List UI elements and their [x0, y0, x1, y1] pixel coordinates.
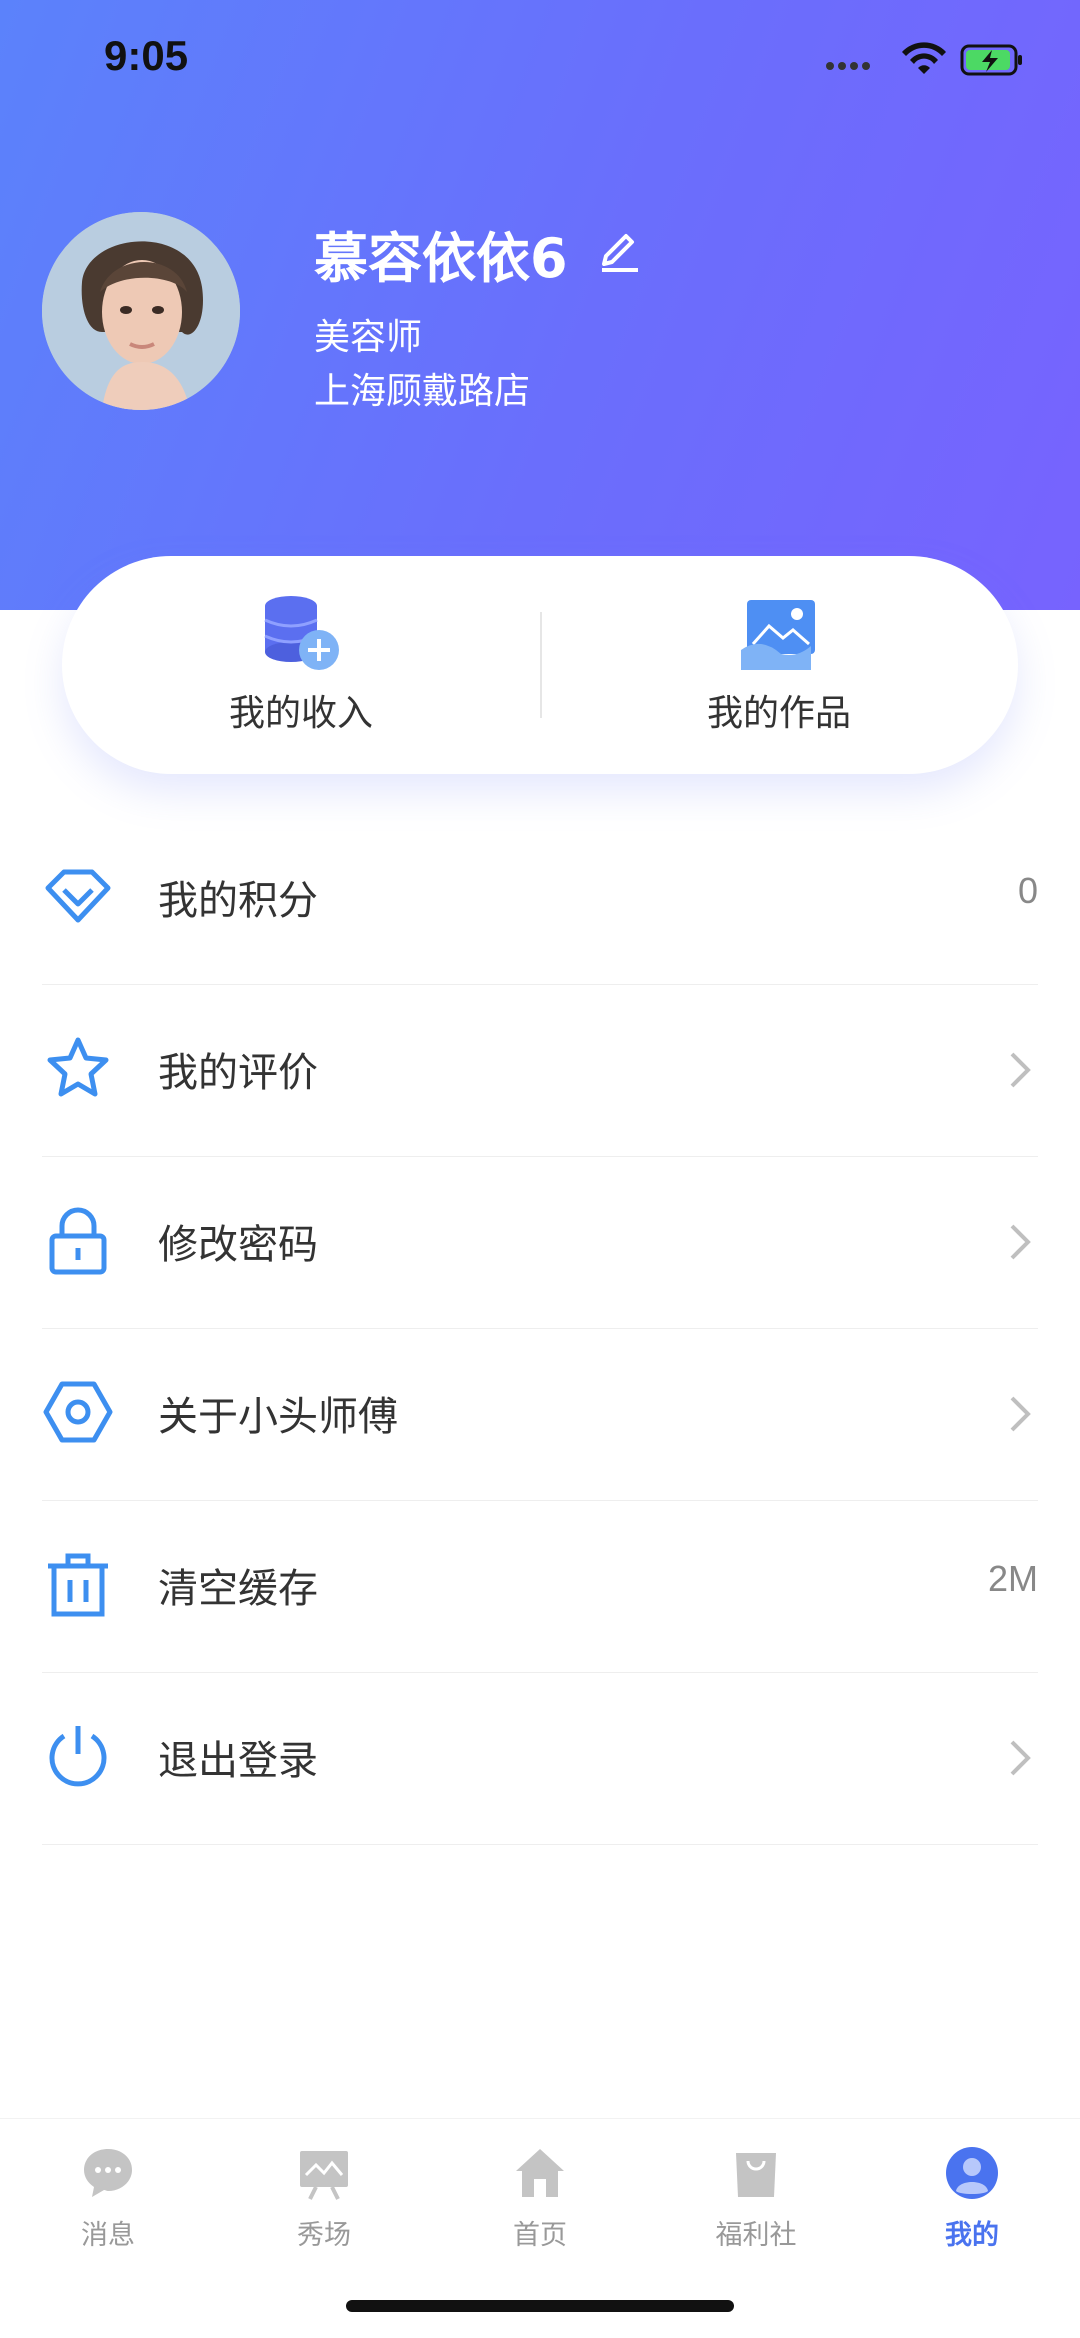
trash-icon	[48, 1553, 108, 1617]
menu-item-change-password[interactable]: 修改密码	[0, 1156, 1080, 1329]
user-store: 上海顾戴路店	[314, 371, 531, 412]
image-hand-icon	[741, 600, 815, 670]
menu-item-about[interactable]: 关于小头师傅	[0, 1328, 1080, 1501]
menu-label-clear-cache: 清空缓存	[158, 1566, 318, 1612]
lock-icon	[49, 1207, 107, 1275]
bag-icon	[736, 2153, 776, 2197]
menu-item-clear-cache[interactable]: 清空缓存 2M	[0, 1500, 1080, 1673]
signal-icon	[826, 62, 870, 70]
chevron-right-icon	[1010, 1740, 1031, 1776]
chevron-right-icon	[1010, 1052, 1031, 1088]
tab-label-home: 首页	[513, 2220, 567, 2251]
settings-menu: 我的积分 0 我的评价 修改密码 关于小头师傅 清空缓存 2M 退出登录	[0, 812, 1080, 1845]
menu-item-points[interactable]: 我的积分 0	[0, 812, 1080, 985]
quick-actions-card: 我的收入 我的作品	[62, 556, 1018, 774]
avatar[interactable]	[42, 212, 240, 410]
wifi-icon	[902, 42, 946, 74]
tab-messages[interactable]: 消息	[0, 2119, 216, 2269]
my-income-button[interactable]: 我的收入	[62, 556, 540, 774]
tab-showcase[interactable]: 秀场	[216, 2119, 432, 2269]
cache-size-value: 2M	[987, 1558, 1038, 1599]
menu-item-reviews[interactable]: 我的评价	[0, 984, 1080, 1157]
power-icon	[49, 1726, 107, 1787]
menu-label-points: 我的积分	[158, 878, 318, 924]
chevron-right-icon	[1010, 1224, 1031, 1260]
diamond-icon	[45, 869, 111, 923]
menu-label-reviews: 我的评价	[158, 1050, 318, 1096]
battery-icon	[960, 44, 1022, 76]
user-icon	[946, 2147, 998, 2199]
chat-icon	[84, 2149, 132, 2197]
status-time: 9:05	[104, 32, 189, 79]
chevron-right-icon	[1010, 1396, 1031, 1432]
status-icons	[826, 42, 1022, 76]
menu-item-logout[interactable]: 退出登录	[0, 1672, 1080, 1845]
avatar-image	[42, 212, 240, 410]
coins-plus-icon	[264, 596, 339, 670]
user-name: 慕容依依6	[314, 227, 568, 290]
star-icon	[47, 1037, 109, 1097]
home-indicator	[346, 2300, 734, 2312]
home-icon	[516, 2149, 564, 2197]
user-role: 美容师	[314, 317, 423, 358]
tab-label-mine: 我的	[945, 2220, 999, 2251]
showcase-icon	[300, 2151, 348, 2200]
points-value: 0	[1017, 870, 1038, 911]
tab-home[interactable]: 首页	[432, 2119, 648, 2269]
my-income-label: 我的收入	[228, 693, 373, 734]
profile-header: 9:05 慕容依依6 美容师 上海顾戴路店	[0, 0, 1080, 610]
tab-label-showcase: 秀场	[297, 2220, 351, 2251]
edit-icon[interactable]	[594, 224, 642, 272]
my-works-label: 我的作品	[706, 693, 851, 734]
tab-mine[interactable]: 我的	[864, 2119, 1080, 2269]
hexagon-icon	[43, 1381, 113, 1443]
my-works-button[interactable]: 我的作品	[540, 556, 1018, 774]
menu-label-logout: 退出登录	[158, 1738, 318, 1784]
tab-label-messages: 消息	[81, 2220, 135, 2251]
tab-welfare[interactable]: 福利社	[648, 2119, 864, 2269]
menu-label-change-password: 修改密码	[158, 1222, 318, 1268]
menu-label-about: 关于小头师傅	[158, 1394, 398, 1440]
tab-label-welfare: 福利社	[715, 2220, 797, 2251]
